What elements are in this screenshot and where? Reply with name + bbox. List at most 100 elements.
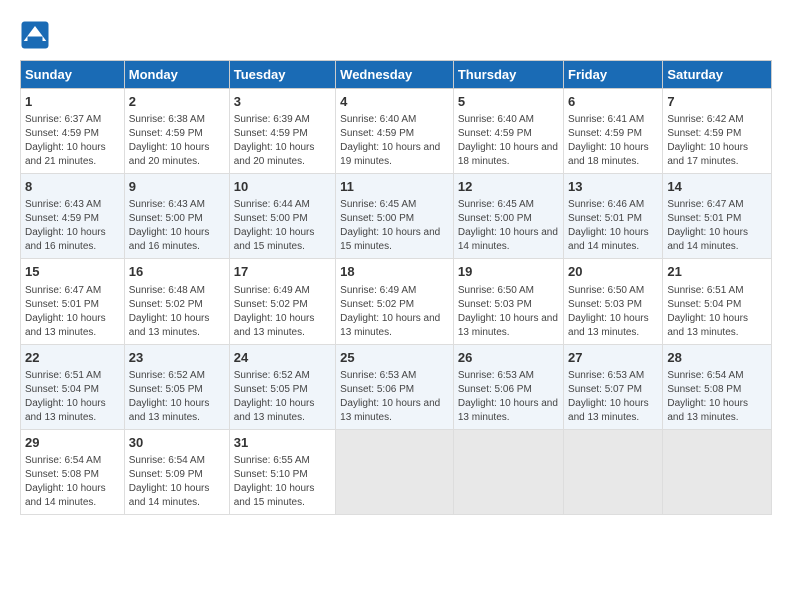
calendar-cell: 8 Sunrise: 6:43 AMSunset: 4:59 PMDaylight… [21, 174, 125, 259]
day-number: 9 [129, 178, 225, 196]
header-thursday: Thursday [453, 61, 563, 89]
calendar-cell: 29 Sunrise: 6:54 AMSunset: 5:08 PMDayligh… [21, 429, 125, 514]
day-number: 7 [667, 93, 767, 111]
day-number: 19 [458, 263, 559, 281]
day-number: 24 [234, 349, 331, 367]
day-number: 21 [667, 263, 767, 281]
calendar-cell: 14Sunrise: 6:47 AMSunset: 5:01 PMDayligh… [663, 174, 772, 259]
calendar-cell: 25Sunrise: 6:53 AMSunset: 5:06 PMDayligh… [336, 344, 454, 429]
calendar-cell: 19 Sunrise: 6:50 AMSunset: 5:03 PMDayligh… [453, 259, 563, 344]
header-sunday: Sunday [21, 61, 125, 89]
day-number: 4 [340, 93, 449, 111]
day-number: 11 [340, 178, 449, 196]
header-friday: Friday [564, 61, 663, 89]
calendar-cell: 21 Sunrise: 6:51 AMSunset: 5:04 PMDayligh… [663, 259, 772, 344]
day-info: Sunrise: 6:55 AMSunset: 5:10 PMDaylight:… [234, 454, 331, 510]
day-number: 18 [340, 263, 449, 281]
logo-icon [20, 20, 50, 50]
day-number: 26 [458, 349, 559, 367]
day-number: 2 [129, 93, 225, 111]
calendar-cell: 5 Sunrise: 6:40 AMSunset: 4:59 PMDaylight… [453, 89, 563, 174]
day-info: Sunrise: 6:38 AMSunset: 4:59 PMDaylight:… [129, 113, 225, 169]
header-saturday: Saturday [663, 61, 772, 89]
day-info: Sunrise: 6:40 AMSunset: 4:59 PMDaylight:… [458, 113, 559, 169]
day-number: 28 [667, 349, 767, 367]
day-info: Sunrise: 6:45 AMSunset: 5:00 PMDaylight:… [340, 198, 449, 254]
day-number: 12 [458, 178, 559, 196]
header-monday: Monday [124, 61, 229, 89]
day-info: Sunrise: 6:43 AMSunset: 5:00 PMDaylight:… [129, 198, 225, 254]
calendar-cell: 10 Sunrise: 6:44 AMSunset: 5:00 PMDayligh… [229, 174, 335, 259]
calendar-cell: 13 Sunrise: 6:46 AMSunset: 5:01 PMDayligh… [564, 174, 663, 259]
day-number: 8 [25, 178, 120, 196]
day-info: Sunrise: 6:53 AMSunset: 5:07 PMDaylight:… [568, 369, 658, 425]
day-info: Sunrise: 6:53 AMSunset: 5:06 PMDaylight:… [458, 369, 559, 425]
day-info: Sunrise: 6:47 AMSunset: 5:01 PMDaylight:… [667, 198, 767, 254]
calendar-cell: 15 Sunrise: 6:47 AMSunset: 5:01 PMDayligh… [21, 259, 125, 344]
day-info: Sunrise: 6:51 AMSunset: 5:04 PMDaylight:… [667, 284, 767, 340]
day-info: Sunrise: 6:52 AMSunset: 5:05 PMDaylight:… [129, 369, 225, 425]
calendar-cell: 7 Sunrise: 6:42 AMSunset: 4:59 PMDaylight… [663, 89, 772, 174]
day-info: Sunrise: 6:44 AMSunset: 5:00 PMDaylight:… [234, 198, 331, 254]
calendar-cell: 1 Sunrise: 6:37 AMSunset: 4:59 PMDaylight… [21, 89, 125, 174]
day-info: Sunrise: 6:54 AMSunset: 5:09 PMDaylight:… [129, 454, 225, 510]
calendar-cell: 16 Sunrise: 6:48 AMSunset: 5:02 PMDayligh… [124, 259, 229, 344]
calendar-cell: 18 Sunrise: 6:49 AMSunset: 5:02 PMDayligh… [336, 259, 454, 344]
day-number: 1 [25, 93, 120, 111]
calendar-cell: 31 Sunrise: 6:55 AMSunset: 5:10 PMDayligh… [229, 429, 335, 514]
day-number: 20 [568, 263, 658, 281]
day-info: Sunrise: 6:49 AMSunset: 5:02 PMDaylight:… [340, 284, 449, 340]
day-info: Sunrise: 6:37 AMSunset: 4:59 PMDaylight:… [25, 113, 120, 169]
day-number: 6 [568, 93, 658, 111]
calendar-cell: 20 Sunrise: 6:50 AMSunset: 5:03 PMDayligh… [564, 259, 663, 344]
calendar-week-row: 1 Sunrise: 6:37 AMSunset: 4:59 PMDaylight… [21, 89, 772, 174]
calendar-week-row: 15 Sunrise: 6:47 AMSunset: 5:01 PMDayligh… [21, 259, 772, 344]
day-number: 22 [25, 349, 120, 367]
day-info: Sunrise: 6:54 AMSunset: 5:08 PMDaylight:… [667, 369, 767, 425]
day-info: Sunrise: 6:54 AMSunset: 5:08 PMDaylight:… [25, 454, 120, 510]
calendar-cell: 2 Sunrise: 6:38 AMSunset: 4:59 PMDaylight… [124, 89, 229, 174]
day-info: Sunrise: 6:47 AMSunset: 5:01 PMDaylight:… [25, 284, 120, 340]
header-wednesday: Wednesday [336, 61, 454, 89]
calendar-header-row: SundayMondayTuesdayWednesdayThursdayFrid… [21, 61, 772, 89]
day-info: Sunrise: 6:50 AMSunset: 5:03 PMDaylight:… [568, 284, 658, 340]
header-tuesday: Tuesday [229, 61, 335, 89]
calendar-cell: 12 Sunrise: 6:45 AMSunset: 5:00 PMDayligh… [453, 174, 563, 259]
day-info: Sunrise: 6:50 AMSunset: 5:03 PMDaylight:… [458, 284, 559, 340]
day-info: Sunrise: 6:45 AMSunset: 5:00 PMDaylight:… [458, 198, 559, 254]
day-info: Sunrise: 6:42 AMSunset: 4:59 PMDaylight:… [667, 113, 767, 169]
calendar-cell: 28 Sunrise: 6:54 AMSunset: 5:08 PMDayligh… [663, 344, 772, 429]
day-number: 15 [25, 263, 120, 281]
logo [20, 20, 52, 50]
day-info: Sunrise: 6:48 AMSunset: 5:02 PMDaylight:… [129, 284, 225, 340]
calendar-cell: 4 Sunrise: 6:40 AMSunset: 4:59 PMDaylight… [336, 89, 454, 174]
day-number: 3 [234, 93, 331, 111]
day-info: Sunrise: 6:40 AMSunset: 4:59 PMDaylight:… [340, 113, 449, 169]
calendar-cell: 22 Sunrise: 6:51 AMSunset: 5:04 PMDayligh… [21, 344, 125, 429]
day-number: 16 [129, 263, 225, 281]
calendar-week-row: 22 Sunrise: 6:51 AMSunset: 5:04 PMDayligh… [21, 344, 772, 429]
day-number: 5 [458, 93, 559, 111]
day-info: Sunrise: 6:53 AMSunset: 5:06 PMDaylight:… [340, 369, 449, 425]
calendar-cell: 24 Sunrise: 6:52 AMSunset: 5:05 PMDayligh… [229, 344, 335, 429]
day-number: 29 [25, 434, 120, 452]
day-number: 13 [568, 178, 658, 196]
day-number: 10 [234, 178, 331, 196]
day-number: 31 [234, 434, 331, 452]
day-info: Sunrise: 6:52 AMSunset: 5:05 PMDaylight:… [234, 369, 331, 425]
page-header [20, 20, 772, 50]
day-info: Sunrise: 6:41 AMSunset: 4:59 PMDaylight:… [568, 113, 658, 169]
calendar-cell [336, 429, 454, 514]
calendar-table: SundayMondayTuesdayWednesdayThursdayFrid… [20, 60, 772, 515]
calendar-cell: 11 Sunrise: 6:45 AMSunset: 5:00 PMDayligh… [336, 174, 454, 259]
calendar-cell: 17Sunrise: 6:49 AMSunset: 5:02 PMDayligh… [229, 259, 335, 344]
calendar-cell: 23Sunrise: 6:52 AMSunset: 5:05 PMDayligh… [124, 344, 229, 429]
day-number: 30 [129, 434, 225, 452]
day-number: 27 [568, 349, 658, 367]
calendar-cell [564, 429, 663, 514]
day-info: Sunrise: 6:46 AMSunset: 5:01 PMDaylight:… [568, 198, 658, 254]
calendar-cell [453, 429, 563, 514]
day-info: Sunrise: 6:51 AMSunset: 5:04 PMDaylight:… [25, 369, 120, 425]
day-info: Sunrise: 6:43 AMSunset: 4:59 PMDaylight:… [25, 198, 120, 254]
calendar-cell: 3Sunrise: 6:39 AMSunset: 4:59 PMDaylight… [229, 89, 335, 174]
